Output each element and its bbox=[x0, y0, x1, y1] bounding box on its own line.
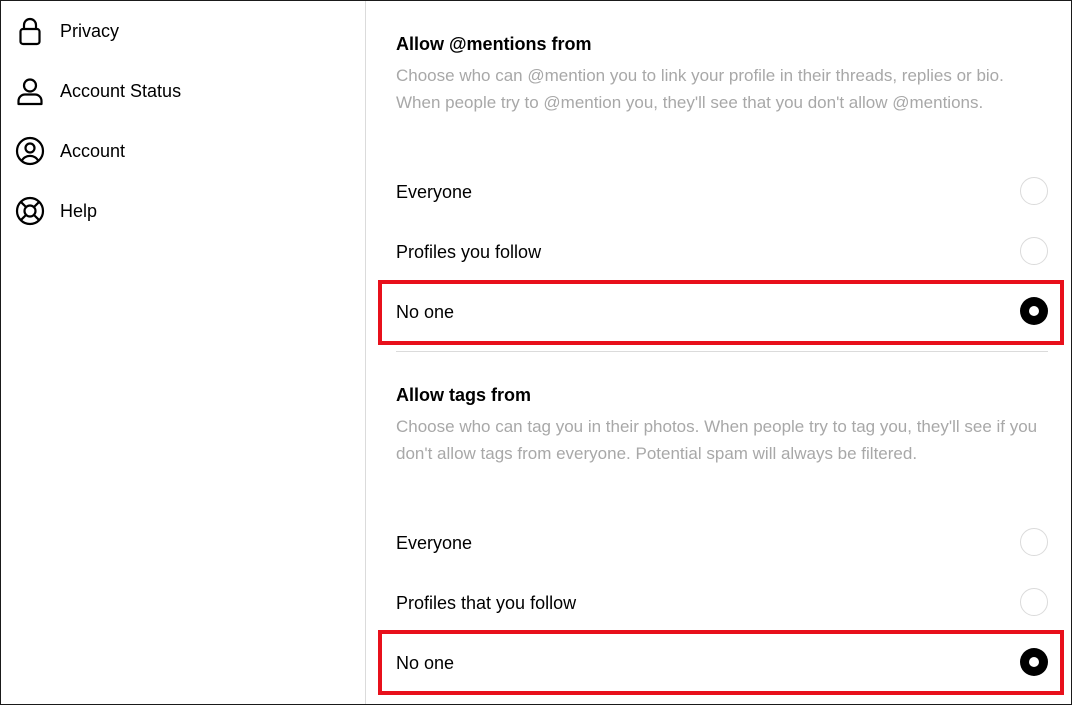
tags-section-description: Choose who can tag you in their photos. … bbox=[396, 417, 1038, 463]
mentions-section-description: Choose who can @mention you to link your… bbox=[396, 66, 1004, 112]
sidebar-item-label: Privacy bbox=[60, 20, 120, 41]
mentions-option-profiles-you-follow[interactable]: Profiles you follow bbox=[396, 222, 1048, 282]
lifebuoy-icon bbox=[15, 196, 45, 226]
sidebar-item-account-status[interactable]: Account Status bbox=[1, 61, 365, 121]
tags-radio-everyone[interactable] bbox=[1020, 528, 1048, 556]
settings-window: Privacy Account Status Account Help Allo… bbox=[0, 0, 1072, 705]
tags-option-no-one[interactable]: No one bbox=[396, 633, 1048, 693]
option-label: Profiles that you follow bbox=[396, 593, 577, 613]
option-label: Everyone bbox=[396, 182, 473, 202]
sidebar-item-help[interactable]: Help bbox=[1, 181, 365, 241]
section-divider bbox=[396, 351, 1048, 352]
tags-option-everyone[interactable]: Everyone bbox=[396, 513, 1048, 573]
sidebar-item-account[interactable]: Account bbox=[1, 121, 365, 181]
person-icon bbox=[15, 76, 45, 106]
option-label: No one bbox=[396, 653, 455, 673]
sidebar-item-privacy[interactable]: Privacy bbox=[1, 1, 365, 61]
sidebar-item-label: Help bbox=[60, 200, 98, 221]
mentions-option-everyone[interactable]: Everyone bbox=[396, 162, 1048, 222]
mentions-radio-profiles-you-follow[interactable] bbox=[1020, 237, 1048, 265]
tags-radio-no-one[interactable] bbox=[1020, 648, 1048, 676]
account-circle-icon bbox=[15, 136, 45, 166]
sidebar-item-label: Account bbox=[60, 140, 126, 161]
tags-section-title: Allow tags from bbox=[396, 385, 532, 405]
option-label: Profiles you follow bbox=[396, 242, 542, 262]
settings-content: Allow @mentions from Choose who can @men… bbox=[366, 1, 1071, 704]
mentions-section-title: Allow @mentions from bbox=[396, 34, 592, 54]
option-label: No one bbox=[396, 302, 455, 322]
mentions-radio-everyone[interactable] bbox=[1020, 177, 1048, 205]
sidebar-item-label: Account Status bbox=[60, 80, 182, 101]
tags-option-profiles-that-you-follow[interactable]: Profiles that you follow bbox=[396, 573, 1048, 633]
mentions-radio-no-one[interactable] bbox=[1020, 297, 1048, 325]
option-label: Everyone bbox=[396, 533, 473, 553]
lock-icon bbox=[15, 16, 45, 46]
tags-radio-profiles-that-you-follow[interactable] bbox=[1020, 588, 1048, 616]
settings-sidebar: Privacy Account Status Account Help bbox=[1, 1, 365, 704]
mentions-option-no-one[interactable]: No one bbox=[396, 282, 1048, 342]
